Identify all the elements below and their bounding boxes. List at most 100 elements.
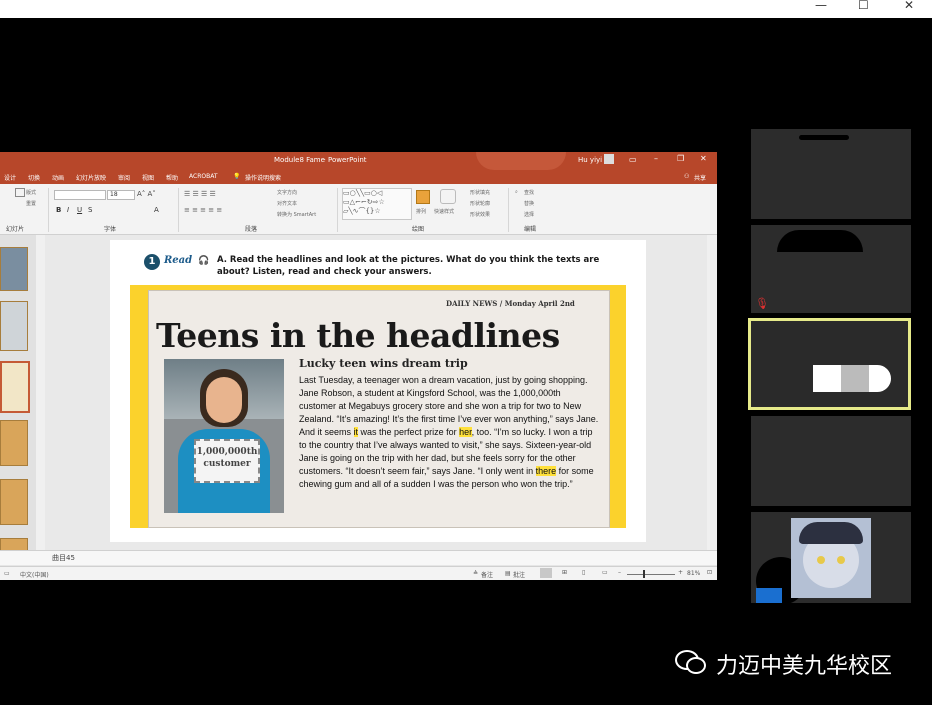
tab-design[interactable]: 设计 (4, 173, 16, 182)
fit-slide-icon[interactable]: ⊡ (707, 569, 712, 576)
video-tile[interactable] (751, 416, 911, 506)
video-tile[interactable] (751, 512, 911, 605)
step-number-badge: 1 (144, 254, 160, 270)
slide-thumbnail[interactable] (0, 301, 28, 351)
quick-styles-icon[interactable] (440, 189, 456, 204)
notes-pane[interactable]: 曲目45 (0, 550, 717, 565)
tab-help[interactable]: 帮助 (166, 173, 178, 182)
bullets-icon[interactable]: ☰ ☰ ☰ ☰ (184, 190, 216, 198)
tell-me-search[interactable]: 操作说明搜索 (245, 173, 281, 182)
font-name-input[interactable] (54, 190, 106, 200)
slide-thumbnail[interactable] (0, 479, 28, 525)
comments-button[interactable]: 批注 (513, 570, 525, 579)
find-button[interactable]: 查找 (524, 189, 534, 196)
zoom-level[interactable]: 81% (687, 570, 700, 577)
layout-icon[interactable] (15, 188, 25, 197)
ppt-titlebar: Module8 Fame - PowerPoint Hu yiyi ▭ – ❐ … (0, 152, 717, 170)
align-text-button[interactable]: 对齐文本 (277, 200, 297, 207)
quick-styles-button[interactable]: 快速样式 (434, 208, 454, 215)
title-decoration (476, 152, 566, 170)
select-button[interactable]: 选择 (524, 211, 534, 218)
avatar (791, 518, 871, 598)
maximize-icon[interactable]: ☐ (858, 0, 869, 12)
font-color-button[interactable]: A (154, 206, 159, 214)
font-grow-icon[interactable]: A˄ A˅ (137, 190, 156, 198)
replace-button[interactable]: 替换 (524, 200, 534, 207)
ribbon-tabs: 设计 切换 动画 幻灯片放映 审阅 视图 帮助 ACROBAT 💡 操作说明搜索… (0, 170, 717, 184)
zoom-out-icon[interactable]: – (618, 569, 621, 576)
zoom-slider[interactable] (627, 574, 675, 575)
restore-icon[interactable]: ❐ (677, 154, 684, 163)
text-direction-button[interactable]: 文字方向 (277, 189, 297, 196)
italic-button[interactable]: I (67, 206, 69, 214)
reading-view-icon[interactable]: ▯ (582, 569, 585, 576)
ribbon-divider (337, 188, 338, 232)
slide-thumbnail-active[interactable] (0, 361, 30, 413)
tab-slideshow[interactable]: 幻灯片放映 (76, 173, 106, 182)
share-button[interactable]: 共享 (694, 173, 706, 182)
slide-scrollbar[interactable] (707, 235, 717, 560)
language-status[interactable]: 中文(中国) (20, 570, 49, 579)
blue-badge (756, 588, 782, 603)
ribbon-divider (48, 188, 49, 232)
slide-thumbnail[interactable] (0, 420, 28, 466)
tab-review[interactable]: 审阅 (118, 173, 130, 182)
lightbulb-icon: 💡 (233, 173, 241, 180)
group-slides-label: 幻灯片 (6, 226, 25, 233)
dateline: DAILY NEWS / Monday April 2nd (446, 299, 575, 308)
reset-button[interactable]: 重置 (26, 200, 36, 207)
group-drawing-label: 绘图 (412, 226, 425, 233)
video-tile[interactable]: 🎙 (751, 225, 911, 313)
shape-outline-button[interactable]: 形状轮廓 (470, 200, 490, 207)
watermark-text: 力迈中美九华校区 (716, 654, 893, 679)
slideshow-icon[interactable]: ▭ (602, 569, 608, 576)
shadow-button[interactable]: S (88, 206, 92, 214)
shapes-gallery[interactable]: ▭○╲╲▭○◁ ▭△⌐⌐↻⇨☆ ▱╲∿⌒{}☆ (342, 188, 412, 220)
arrange-button[interactable]: 排列 (416, 208, 426, 215)
slide-sorter-icon[interactable]: ⊞ (562, 569, 567, 576)
notes-button[interactable]: 备注 (481, 570, 493, 579)
app-name: PowerPoint (328, 156, 367, 164)
video-tile[interactable] (751, 129, 911, 219)
underline-button[interactable]: U (77, 206, 82, 214)
slide-icon: ▭ (4, 570, 10, 577)
tab-animations[interactable]: 动画 (52, 173, 64, 182)
sign: 1,000,000th customer (194, 439, 260, 483)
tab-acrobat[interactable]: ACROBAT (189, 173, 218, 180)
participant-blur-block (813, 365, 843, 392)
close-icon[interactable]: ✕ (904, 0, 914, 12)
notes-icon: ≙ (473, 570, 479, 577)
align-icon[interactable]: ≡ ≡ ≡ ≡ ≡ (184, 206, 222, 214)
highlight-there: there (535, 466, 557, 476)
highlight-her: her (459, 427, 472, 437)
group-editing-label: 编辑 (524, 226, 537, 233)
arrange-icon[interactable] (416, 190, 430, 204)
ribbon-display-icon[interactable]: ▭ (629, 155, 637, 164)
shape-effects-button[interactable]: 形状效果 (470, 211, 490, 218)
zoom-slider-thumb[interactable] (643, 570, 645, 578)
smartart-button[interactable]: 转换为 SmartArt (277, 211, 316, 218)
minimize-icon[interactable]: – (654, 154, 658, 163)
search-icon[interactable]: ⌕ (515, 189, 518, 195)
notes-text: 曲目45 (52, 554, 75, 562)
font-size-input[interactable]: 18 (107, 190, 135, 200)
close-icon[interactable]: ✕ (700, 154, 707, 163)
ribbon-divider (508, 188, 509, 232)
video-tile-active-speaker[interactable] (748, 318, 911, 410)
shape-fill-button[interactable]: 形状填充 (470, 189, 490, 196)
ribbon-divider (178, 188, 179, 232)
face-shape (206, 377, 242, 423)
zoom-in-icon[interactable]: + (678, 569, 683, 576)
ribbon: 版式 重置 幻灯片 18 A˄ A˅ B I U S A 字体 ☰ ☰ ☰ ☰ … (0, 184, 717, 235)
bold-button[interactable]: B (56, 206, 61, 214)
layout-button[interactable]: 版式 (26, 189, 36, 196)
tab-transitions[interactable]: 切换 (28, 173, 40, 182)
normal-view-button[interactable] (540, 568, 552, 578)
slide-thumbnail[interactable] (0, 247, 28, 291)
thumbnail-scrollbar[interactable] (36, 235, 45, 560)
tab-view[interactable]: 视图 (142, 173, 154, 182)
avatar[interactable] (604, 154, 614, 164)
slide-canvas[interactable]: 1 Read 🎧 A. Read the headlines and look … (110, 240, 646, 542)
minimize-icon[interactable]: — (815, 0, 827, 12)
avatar-hat (799, 522, 863, 544)
